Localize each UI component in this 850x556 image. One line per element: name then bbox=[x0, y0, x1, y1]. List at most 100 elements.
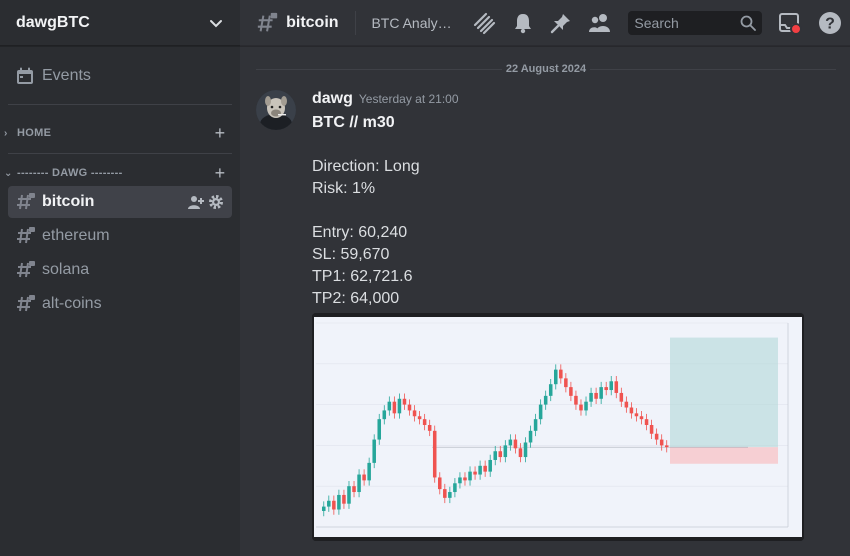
candle-body bbox=[367, 462, 371, 481]
candle-body bbox=[417, 416, 422, 420]
message-header: dawg Yesterday at 21:00 bbox=[312, 90, 832, 112]
svg-text:?: ? bbox=[825, 15, 835, 32]
chevron-down-icon bbox=[210, 19, 222, 27]
category-dawg[interactable]: ⌄ -------- DAWG -------- + bbox=[0, 163, 240, 183]
inbox-button[interactable] bbox=[778, 11, 802, 35]
add-channel-icon[interactable]: + bbox=[208, 123, 232, 144]
candle-body bbox=[498, 451, 503, 458]
candle-body bbox=[634, 413, 639, 417]
channel-label: alt-coins bbox=[42, 295, 102, 312]
candle-body bbox=[322, 506, 326, 511]
candle-body bbox=[579, 404, 583, 411]
member-list-button[interactable] bbox=[588, 11, 612, 35]
search-icon bbox=[740, 15, 756, 31]
candle-body bbox=[422, 419, 427, 425]
candle-body bbox=[397, 398, 402, 414]
candle-body bbox=[332, 500, 336, 510]
members-icon bbox=[589, 13, 611, 32]
inbox-icon bbox=[779, 12, 802, 35]
bell-icon bbox=[515, 13, 532, 33]
candle-body bbox=[599, 387, 603, 399]
category-home[interactable]: › HOME + bbox=[0, 123, 240, 143]
sidebar-divider bbox=[8, 153, 232, 154]
calendar-icon bbox=[17, 67, 33, 84]
candle-body bbox=[584, 401, 588, 411]
channel-alt-coins[interactable]: alt-coins bbox=[8, 288, 232, 320]
candle-body bbox=[639, 416, 644, 420]
candle-body bbox=[327, 500, 331, 507]
chart-attachment[interactable] bbox=[312, 313, 804, 541]
events-label: Events bbox=[42, 67, 91, 84]
search-input[interactable] bbox=[634, 14, 740, 31]
date-label: 22 August 2024 bbox=[505, 63, 587, 75]
candle-body bbox=[574, 395, 578, 405]
candle-body bbox=[432, 430, 437, 478]
notifications-button[interactable] bbox=[512, 11, 534, 35]
message-timestamp: Yesterday at 21:00 bbox=[358, 92, 459, 106]
candle-body bbox=[362, 474, 366, 481]
hash-lock-icon bbox=[17, 295, 35, 312]
channel-label: bitcoin bbox=[42, 193, 95, 210]
chevron-down-icon: ⌄ bbox=[4, 167, 13, 179]
candle-body bbox=[473, 471, 477, 475]
candle-body bbox=[619, 392, 624, 402]
candle-body bbox=[427, 425, 432, 431]
hash-lock-icon bbox=[257, 12, 278, 31]
candle-body bbox=[559, 369, 563, 379]
candle-body bbox=[453, 483, 457, 493]
candle-body bbox=[443, 489, 447, 498]
candle-body bbox=[659, 439, 664, 446]
server-name: dawgBTC bbox=[16, 13, 90, 31]
channel-label: ethereum bbox=[42, 227, 110, 244]
profit-zone bbox=[670, 337, 778, 448]
message-risk: Risk: 1% bbox=[312, 180, 376, 197]
candle-body bbox=[538, 404, 543, 420]
candle-body bbox=[649, 425, 654, 434]
candle-body bbox=[407, 404, 412, 411]
events-link[interactable]: Events bbox=[8, 62, 232, 90]
candle-body bbox=[629, 407, 634, 414]
threads-button[interactable] bbox=[472, 11, 496, 35]
date-divider: 22 August 2024 bbox=[256, 62, 837, 76]
candle-body bbox=[508, 439, 513, 446]
candle-body bbox=[478, 465, 482, 475]
candle-body bbox=[564, 378, 568, 388]
candle-body bbox=[528, 430, 533, 443]
candle-body bbox=[372, 439, 376, 463]
candle-body bbox=[604, 387, 608, 391]
channel-solana[interactable]: solana bbox=[8, 254, 232, 286]
gear-icon[interactable] bbox=[208, 194, 224, 210]
add-channel-icon[interactable]: + bbox=[208, 163, 232, 184]
candle-body bbox=[392, 401, 397, 414]
candle-body bbox=[543, 395, 548, 405]
server-header[interactable]: dawgBTC bbox=[0, 0, 240, 46]
hash-lock-icon bbox=[17, 193, 35, 210]
candle-body bbox=[533, 419, 538, 431]
message-direction: Direction: Long bbox=[312, 158, 420, 175]
channel-ethereum[interactable]: ethereum bbox=[8, 220, 232, 252]
candle-body bbox=[412, 410, 417, 417]
channel-bitcoin[interactable]: bitcoin bbox=[8, 186, 232, 218]
search-box[interactable] bbox=[628, 10, 762, 35]
message-entry: Entry: 60,240 bbox=[312, 224, 408, 241]
candle-body bbox=[387, 401, 392, 411]
candle-body bbox=[402, 398, 407, 405]
invite-icon[interactable] bbox=[188, 194, 204, 210]
candle-body bbox=[342, 494, 346, 504]
pinned-messages-button[interactable] bbox=[550, 11, 572, 35]
candle-body bbox=[548, 384, 553, 396]
help-button[interactable]: ? bbox=[818, 11, 842, 35]
candle-body bbox=[458, 477, 462, 484]
channel-topic[interactable]: BTC Analysis... bbox=[371, 15, 456, 31]
candle-body bbox=[554, 369, 558, 385]
candle-body bbox=[624, 401, 629, 408]
candle-body bbox=[352, 486, 356, 493]
candle-body bbox=[518, 448, 523, 458]
message-author[interactable]: dawg bbox=[312, 90, 353, 108]
chevron-right-icon: › bbox=[4, 127, 8, 139]
candle-body bbox=[594, 392, 598, 399]
candle-body bbox=[357, 474, 361, 493]
candle-body bbox=[347, 486, 351, 504]
avatar[interactable] bbox=[256, 90, 296, 130]
